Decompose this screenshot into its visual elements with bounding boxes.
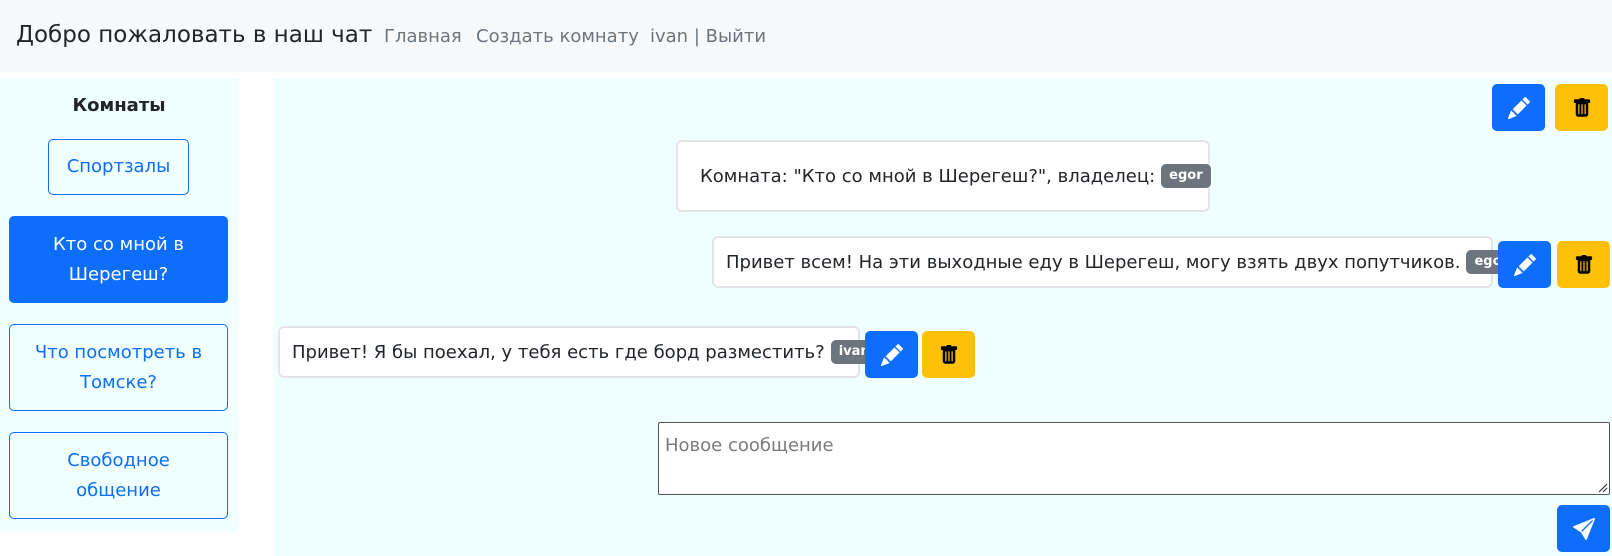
sidebar-title: Комнаты [72, 95, 166, 116]
delete-message-button[interactable] [922, 331, 975, 378]
owner-badge: egor [1161, 164, 1211, 188]
resize-grip-icon[interactable] [1596, 481, 1608, 493]
new-message-input[interactable] [658, 422, 1610, 495]
rooms-sidebar: Комнаты Спортзалы Кто со мной в Шерегеш?… [0, 78, 238, 532]
edit-message-button[interactable] [865, 331, 918, 378]
nav-link-home[interactable]: Главная [384, 26, 462, 47]
room-info-text: Комната: "Кто со мной в Шерегеш?", владе… [700, 165, 1156, 187]
room-item-gyms[interactable]: Спортзалы [48, 139, 189, 195]
trash-icon [1574, 255, 1594, 275]
brand-title[interactable]: Добро пожаловать в наш чат [16, 22, 372, 48]
delete-room-button[interactable] [1555, 84, 1608, 131]
room-item-tomsk[interactable]: Что посмотреть в Томске? [9, 324, 228, 411]
delete-message-button[interactable] [1557, 241, 1610, 288]
message-text: Привет! Я бы поехал, у тебя есть где бор… [292, 341, 825, 363]
edit-message-button[interactable] [1498, 241, 1551, 288]
message-text: Привет всем! На эти выходные еду в Шерег… [726, 251, 1461, 273]
edit-room-button[interactable] [1492, 84, 1545, 131]
room-info-card: Комната: "Кто со мной в Шерегеш?", владе… [676, 140, 1211, 212]
pencil-icon [881, 344, 903, 366]
send-icon [1573, 518, 1595, 540]
pencil-icon [1514, 254, 1536, 276]
nav-link-create-room[interactable]: Создать комнату [476, 26, 639, 47]
room-item-sheregesh[interactable]: Кто со мной в Шерегеш? [9, 216, 228, 303]
send-button[interactable] [1557, 505, 1610, 552]
navbar: Добро пожаловать в наш чат Главная Созда… [0, 0, 1612, 72]
message-bubble: Привет! Я бы поехал, у тебя есть где бор… [278, 326, 878, 378]
room-item-free-talk[interactable]: Свободное общение [9, 432, 228, 519]
pencil-icon [1508, 97, 1530, 119]
nav-link-user-logout[interactable]: ivan | Выйти [650, 26, 766, 47]
message-bubble: Привет всем! На эти выходные еду в Шерег… [712, 236, 1516, 288]
trash-icon [1572, 98, 1592, 118]
trash-icon [939, 345, 959, 365]
